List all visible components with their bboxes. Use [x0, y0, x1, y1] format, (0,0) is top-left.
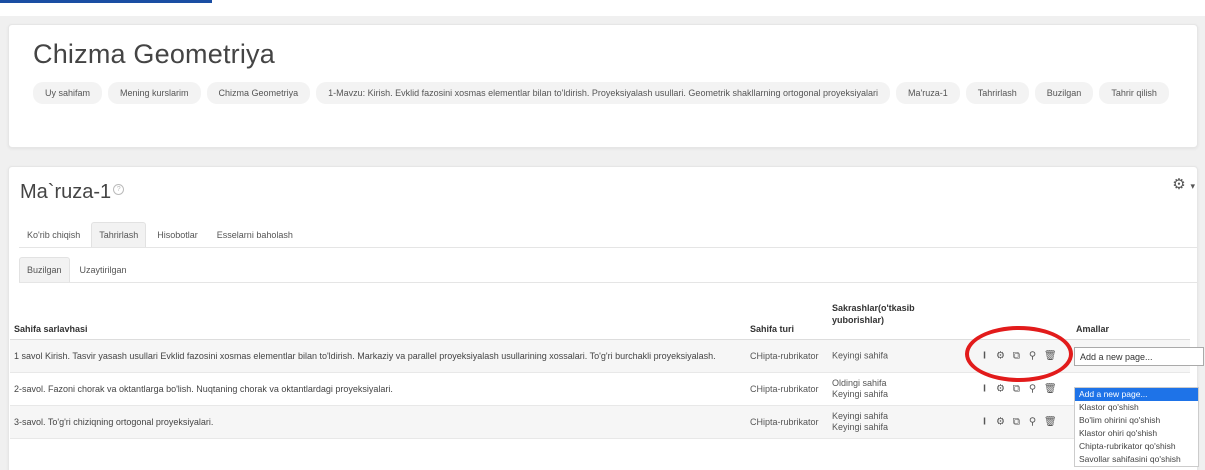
header-actions: Amallar: [1076, 324, 1110, 334]
subtabs-divider: [19, 282, 1197, 283]
course-title: Chizma Geometriya: [33, 39, 275, 69]
add-page-dropdown: Add a new page... Klastor qo'shish Bo'li…: [1074, 387, 1199, 467]
jump-item: Keyingi sahifa: [832, 350, 889, 361]
settings-menu[interactable]: ⚙ ▾: [1172, 175, 1195, 193]
chevron-down-icon[interactable]: ▾: [1190, 182, 1195, 192]
header-page-title: Sahifa sarlavhasi: [14, 324, 88, 334]
dropdown-option[interactable]: Klastor qo'shish: [1075, 401, 1198, 414]
copy-icon[interactable]: ⧉: [1012, 417, 1021, 428]
page-type: CHipta-rubrikator: [750, 384, 819, 394]
breadcrumb-item[interactable]: Uy sahifam: [33, 82, 103, 104]
trash-icon[interactable]: 🗑: [1044, 351, 1057, 362]
tab-edit[interactable]: Tahrirlash: [91, 222, 147, 248]
breadcrumb-item[interactable]: Chizma Geometriya: [206, 82, 311, 104]
table-header: Sahifa sarlavhasi Sahifa turi Sakrashlar…: [10, 302, 1190, 340]
caption-underline: [0, 0, 212, 3]
subtab-expanded[interactable]: Uzaytirilgan: [72, 257, 135, 283]
breadcrumb-item[interactable]: 1-Mavzu: Kirish. Evklid fazosini xosmas …: [316, 82, 891, 104]
page-type: CHipta-rubrikator: [750, 417, 819, 427]
jump-item: Keyingi sahifa: [832, 389, 889, 399]
dropdown-option[interactable]: Add a new page...: [1075, 388, 1198, 401]
dropdown-option[interactable]: Klastor ohiri qo'shish: [1075, 427, 1198, 440]
breadcrumb-item[interactable]: Mening kurslarim: [108, 82, 201, 104]
trash-icon[interactable]: 🗑: [1044, 417, 1057, 428]
dropdown-option[interactable]: Chipta-rubrikator qo'shish: [1075, 440, 1198, 453]
text-cursor-icon[interactable]: I: [980, 384, 989, 395]
text-cursor-icon[interactable]: I: [980, 351, 989, 362]
table-row: 1 savol Kirish. Tasvir yasash usullari E…: [10, 340, 1204, 373]
moodle-page: Chizma Geometriya Uy sahifam Mening kurs…: [0, 16, 1205, 470]
pages-table: Sahifa sarlavhasi Sahifa turi Sakrashlar…: [10, 302, 1204, 439]
lesson-title: Ma`ruza-1?: [20, 181, 125, 204]
tab-reports[interactable]: Hisobotlar: [149, 222, 206, 248]
zoom-icon[interactable]: ⚲: [1028, 384, 1037, 395]
page-title-link[interactable]: 2-savol. Fazoni chorak va oktantlarga bo…: [14, 383, 744, 395]
add-page-select[interactable]: Add a new page...: [1074, 347, 1204, 366]
gear-icon[interactable]: ⚙: [996, 417, 1005, 428]
subtab-collapsed[interactable]: Buzilgan: [19, 257, 70, 283]
jump-item: Keyingi sahifa: [832, 422, 889, 432]
page-title-link[interactable]: 1 savol Kirish. Tasvir yasash usullari E…: [14, 350, 744, 362]
table-row: 2-savol. Fazoni chorak va oktantlarga bo…: [10, 373, 1190, 406]
row-actions: I ⚙ ⧉ ⚲ 🗑: [980, 417, 1057, 428]
breadcrumb: Uy sahifam Mening kurslarim Chizma Geome…: [33, 82, 1193, 104]
lesson-tabs: Ko'rib chiqish Tahrirlash Hisobotlar Ess…: [19, 222, 301, 248]
trash-icon[interactable]: 🗑: [1044, 384, 1057, 395]
page-jumps: Oldingi sahifa Keyingi sahifa: [832, 378, 888, 400]
tab-preview[interactable]: Ko'rib chiqish: [19, 222, 88, 248]
gear-icon[interactable]: ⚙: [996, 351, 1005, 362]
breadcrumb-item[interactable]: Tahrir qilish: [1099, 82, 1169, 104]
page-jumps: Keyingi sahifa: [832, 351, 888, 362]
dropdown-option[interactable]: Bo'lim ohirini qo'shish: [1075, 414, 1198, 427]
gear-icon[interactable]: ⚙: [996, 384, 1005, 395]
gear-icon[interactable]: ⚙: [1172, 175, 1185, 193]
page-jumps: Keyingi sahifa Keyingi sahifa: [832, 411, 888, 433]
row-actions: I ⚙ ⧉ ⚲ 🗑: [980, 351, 1057, 362]
course-header-card: Chizma Geometriya Uy sahifam Mening kurs…: [8, 24, 1198, 148]
lesson-title-text: Ma`ruza-1: [20, 181, 112, 203]
page-type: CHipta-rubrikator: [750, 351, 819, 361]
header-page-type: Sahifa turi: [750, 324, 795, 334]
text-cursor-icon[interactable]: I: [980, 417, 989, 428]
jump-item: Oldingi sahifa: [832, 378, 887, 388]
dropdown-option[interactable]: Savollar sahifasini qo'shish: [1075, 453, 1198, 466]
table-row: 3-savol. To'g'ri chiziqning ortogonal pr…: [10, 406, 1190, 439]
header-jumps: Sakrashlar(o'tkasib yuborishlar): [832, 303, 915, 325]
row-actions: I ⚙ ⧉ ⚲ 🗑: [980, 384, 1057, 395]
edit-subtabs: Buzilgan Uzaytirilgan: [19, 257, 135, 283]
page-title-link[interactable]: 3-savol. To'g'ri chiziqning ortogonal pr…: [14, 416, 744, 428]
copy-icon[interactable]: ⧉: [1012, 384, 1021, 395]
tabs-divider: [19, 247, 1197, 248]
tab-grade-essays[interactable]: Esselarni baholash: [209, 222, 301, 248]
breadcrumb-item[interactable]: Tahrirlash: [965, 82, 1029, 104]
question-circle-icon[interactable]: ?: [113, 184, 125, 195]
zoom-icon[interactable]: ⚲: [1028, 417, 1037, 428]
breadcrumb-item[interactable]: Ma'ruza-1: [896, 82, 960, 104]
breadcrumb-item[interactable]: Buzilgan: [1034, 82, 1094, 104]
copy-icon[interactable]: ⧉: [1012, 351, 1021, 362]
jump-item: Keyingi sahifa: [832, 411, 889, 421]
zoom-icon[interactable]: ⚲: [1028, 351, 1037, 362]
